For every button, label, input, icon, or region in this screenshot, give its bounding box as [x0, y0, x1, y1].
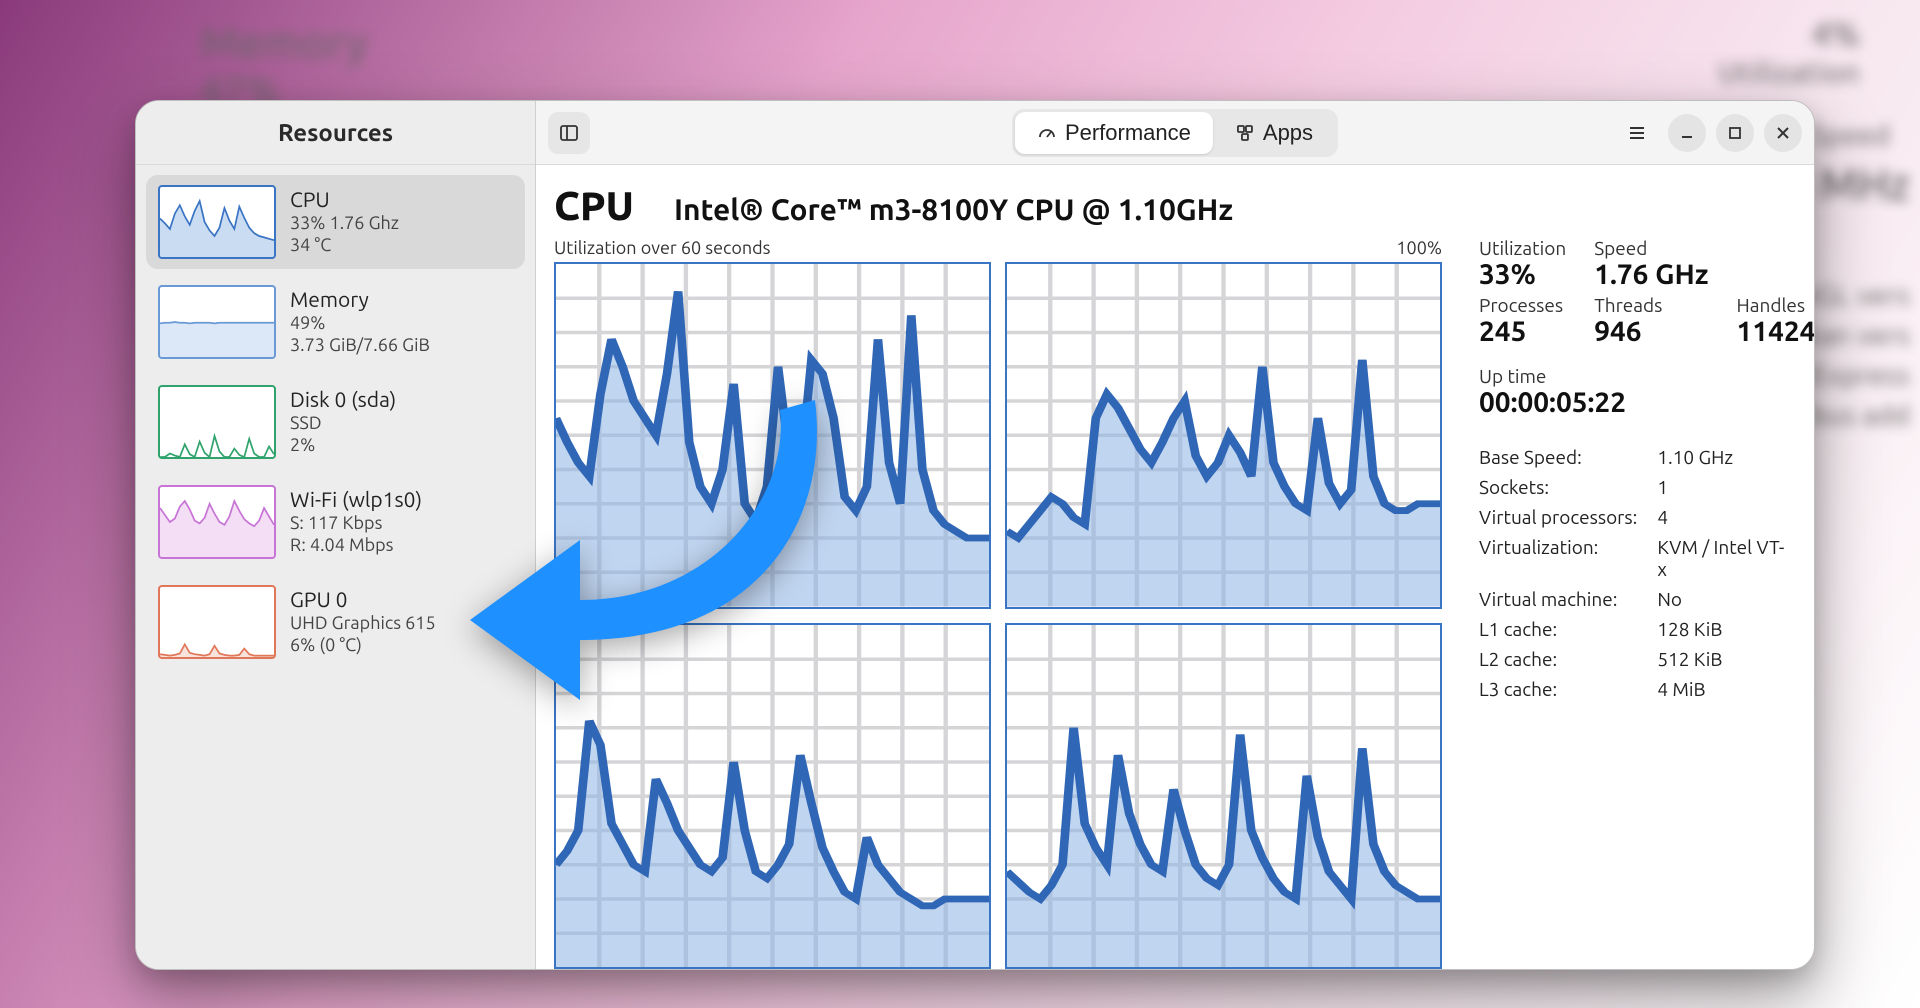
- stat-label-threads: Threads: [1594, 294, 1708, 316]
- stats-column: Utilization 33% Speed 1.76 GHz Processes…: [1464, 165, 1814, 969]
- detail-value: 128 KiB: [1657, 618, 1789, 640]
- stat-value-speed: 1.76 GHz: [1594, 259, 1708, 290]
- detail-value: KVM / Intel VT-x: [1657, 536, 1789, 580]
- stat-label-handles: Handles: [1736, 294, 1814, 316]
- minimize-icon: [1679, 125, 1695, 141]
- close-button[interactable]: [1764, 114, 1802, 152]
- apps-icon: [1235, 123, 1255, 143]
- sidebar-item-disk0[interactable]: Disk 0 (sda) SSD 2%: [146, 375, 525, 469]
- sidebar-item-wifi[interactable]: Wi-Fi (wlp1s0) S: 117 Kbps R: 4.04 Mbps: [146, 475, 525, 569]
- cpu-thumb: [158, 185, 276, 259]
- sidebar-item-sub2: 34 °C: [290, 235, 399, 255]
- sidebar-item-sub2: 6% (0 °C): [290, 635, 436, 655]
- page-title: CPU: [554, 183, 634, 228]
- axis-label-right: 100%: [1396, 238, 1442, 258]
- detail-label: Sockets:: [1479, 476, 1637, 498]
- stat-label-speed: Speed: [1594, 237, 1708, 259]
- stat-value-processes: 245: [1479, 316, 1566, 347]
- detail-value: 4: [1657, 506, 1789, 528]
- cpu-core-graph-1: [1005, 262, 1442, 609]
- sidebar-item-sub1: 33% 1.76 Ghz: [290, 213, 399, 233]
- maximize-button[interactable]: [1716, 114, 1754, 152]
- cpu-core-graph-0: [554, 262, 991, 609]
- sidebar-item-sub1: S: 117 Kbps: [290, 513, 422, 533]
- cpu-model: Intel® Core™ m3-8100Y CPU @ 1.10GHz: [674, 192, 1233, 226]
- bg-utilization: Utilization: [1718, 55, 1860, 89]
- tab-performance[interactable]: Performance: [1015, 112, 1213, 154]
- sidebar-item-sub1: UHD Graphics 615: [290, 613, 436, 633]
- maximize-icon: [1727, 125, 1743, 141]
- sidebar-item-gpu0[interactable]: GPU 0 UHD Graphics 615 6% (0 °C): [146, 575, 525, 669]
- axis-label-left: Utilization over 60 seconds: [554, 238, 770, 258]
- sidebar-item-label: GPU 0: [290, 587, 436, 611]
- panel-icon: [559, 123, 579, 143]
- tab-label: Apps: [1263, 120, 1313, 146]
- detail-value: 1: [1657, 476, 1789, 498]
- cpu-details: Base Speed: 1.10 GHz Sockets: 1 Virtual proc…: [1479, 446, 1789, 700]
- detail-label: Virtualization:: [1479, 536, 1637, 580]
- gpu-thumb: [158, 585, 276, 659]
- sidebar-item-label: Wi-Fi (wlp1s0): [290, 487, 422, 511]
- sidebar: Resources CPU 33% 1.76 Ghz 34 °C Memory: [136, 101, 536, 969]
- minimize-button[interactable]: [1668, 114, 1706, 152]
- stat-value-threads: 946: [1594, 316, 1708, 347]
- detail-value: 4 MiB: [1657, 678, 1789, 700]
- hamburger-menu-button[interactable]: [1616, 112, 1658, 154]
- view-switcher: Performance Apps: [1012, 109, 1338, 157]
- graphs-column: CPU Intel® Core™ m3-8100Y CPU @ 1.10GHz …: [536, 165, 1464, 969]
- sidebar-item-sub2: R: 4.04 Mbps: [290, 535, 422, 555]
- toggle-sidebar-button[interactable]: [548, 112, 590, 154]
- main-pane: Performance Apps: [536, 101, 1814, 969]
- cpu-core-graphs: [554, 262, 1442, 969]
- stat-label-processes: Processes: [1479, 294, 1566, 316]
- sidebar-item-sub2: 2%: [290, 435, 396, 455]
- cpu-core-graph-2: [554, 623, 991, 970]
- sidebar-item-sub1: 49%: [290, 313, 430, 333]
- tab-label: Performance: [1065, 120, 1191, 146]
- bg-memory-label: Memory: [200, 18, 368, 67]
- stat-value-utilization: 33%: [1479, 259, 1566, 290]
- sidebar-item-label: Disk 0 (sda): [290, 387, 396, 411]
- detail-value: 512 KiB: [1657, 648, 1789, 670]
- tab-apps[interactable]: Apps: [1213, 112, 1335, 154]
- stat-value-handles: 11424: [1736, 316, 1814, 347]
- hamburger-icon: [1627, 123, 1647, 143]
- detail-value: 1.10 GHz: [1657, 446, 1789, 468]
- sidebar-item-cpu[interactable]: CPU 33% 1.76 Ghz 34 °C: [146, 175, 525, 269]
- sidebar-title: Resources: [136, 101, 535, 165]
- content: CPU Intel® Core™ m3-8100Y CPU @ 1.10GHz …: [536, 165, 1814, 969]
- detail-label: L2 cache:: [1479, 648, 1637, 670]
- sidebar-item-sub2: 3.73 GiB/7.66 GiB: [290, 335, 430, 355]
- sidebar-item-label: CPU: [290, 187, 399, 211]
- sidebar-item-label: Memory: [290, 287, 430, 311]
- detail-label: Virtual processors:: [1479, 506, 1637, 528]
- sidebar-item-memory[interactable]: Memory 49% 3.73 GiB/7.66 GiB: [146, 275, 525, 369]
- headerbar: Performance Apps: [536, 101, 1814, 165]
- sidebar-item-sub1: SSD: [290, 413, 396, 433]
- close-icon: [1775, 125, 1791, 141]
- stat-label-utilization: Utilization: [1479, 237, 1566, 259]
- stat-label-uptime: Up time: [1479, 365, 1789, 387]
- stat-value-uptime: 00:00:05:22: [1479, 387, 1789, 418]
- app-window: Resources CPU 33% 1.76 Ghz 34 °C Memory: [135, 100, 1815, 970]
- wifi-thumb: [158, 485, 276, 559]
- detail-label: L3 cache:: [1479, 678, 1637, 700]
- memory-thumb: [158, 285, 276, 359]
- detail-label: Base Speed:: [1479, 446, 1637, 468]
- bg-4pct: 4%: [1811, 15, 1860, 53]
- detail-label: Virtual machine:: [1479, 588, 1637, 610]
- detail-label: L1 cache:: [1479, 618, 1637, 640]
- detail-value: No: [1657, 588, 1789, 610]
- disk-thumb: [158, 385, 276, 459]
- cpu-core-graph-3: [1005, 623, 1442, 970]
- gauge-icon: [1037, 123, 1057, 143]
- resource-list: CPU 33% 1.76 Ghz 34 °C Memory 49% 3.73 G…: [136, 165, 535, 679]
